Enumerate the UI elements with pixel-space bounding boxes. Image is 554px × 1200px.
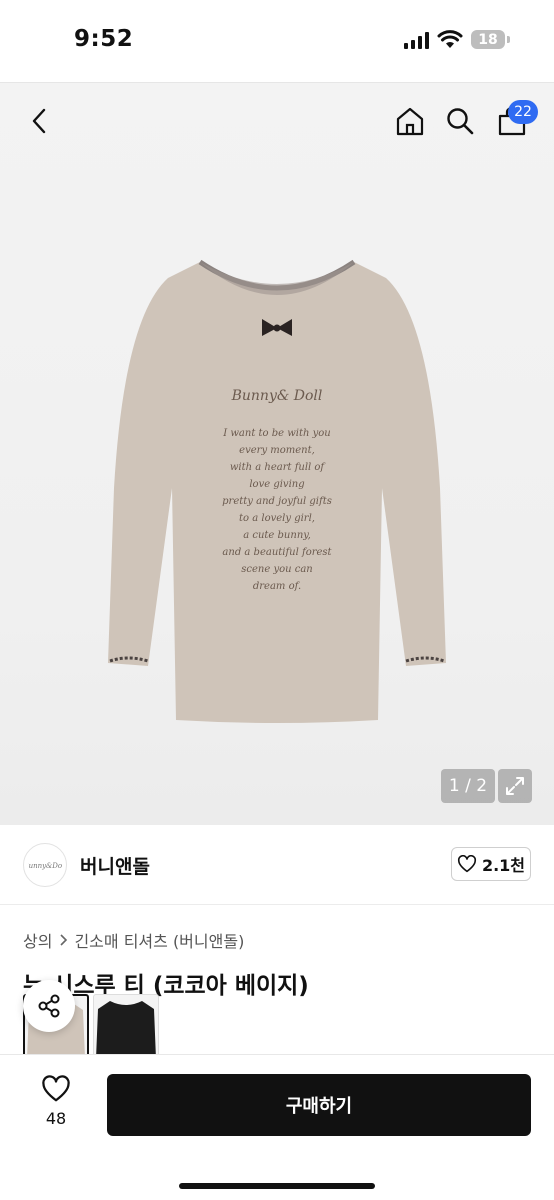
print-line: a cute bunny, <box>243 530 311 541</box>
home-icon <box>396 107 424 136</box>
breadcrumb: 상의 긴소매 티셔츠 (버니앤돌) <box>23 928 244 952</box>
print-line: dream of. <box>253 581 301 592</box>
product-image[interactable]: Bunny& Doll I want to be with you every m… <box>100 258 454 728</box>
battery-level: 18 <box>471 30 505 49</box>
brand-like-count: 2.1천 <box>481 856 526 875</box>
brand-logo-mark: Bunny&Doll <box>28 862 62 870</box>
chevron-right-icon <box>60 934 68 946</box>
print-line: with a heart full of <box>230 462 327 473</box>
back-button[interactable] <box>20 101 60 141</box>
search-icon <box>447 108 474 135</box>
share-icon <box>38 994 60 1018</box>
search-button[interactable] <box>440 101 480 141</box>
print-line: every moment, <box>239 445 315 456</box>
svg-text:Bunny&Doll: Bunny&Doll <box>28 862 62 870</box>
home-indicator <box>179 1183 375 1189</box>
brand-like-button[interactable]: 2.1천 <box>451 847 531 881</box>
cart-count-badge: 22 <box>508 100 538 124</box>
bottom-action-bar: 48 구매하기 <box>0 1054 554 1200</box>
battery-icon: 18 <box>471 30 510 49</box>
print-line: pretty and joyful gifts <box>222 496 332 507</box>
brand-logo[interactable]: Bunny&Doll <box>23 843 67 887</box>
wifi-icon <box>437 30 463 48</box>
image-pager: 1 / 2 <box>441 769 495 803</box>
breadcrumb-category[interactable]: 상의 <box>23 928 52 952</box>
expand-button[interactable] <box>498 769 532 803</box>
status-time: 9:52 <box>74 26 134 52</box>
wishlist-count: 48 <box>45 1109 67 1128</box>
brand-row[interactable]: Bunny&Doll 버니앤돌 2.1천 <box>0 825 554 905</box>
product-gallery[interactable]: 22 Bunny& Doll I want to be with you ever… <box>0 83 554 825</box>
home-button[interactable] <box>390 101 430 141</box>
print-line: I want to be with you <box>222 428 331 439</box>
print-logo: Bunny& Doll <box>231 388 323 404</box>
breadcrumb-subcategory[interactable]: 긴소매 티셔츠 (버니앤돌) <box>74 928 244 952</box>
heart-icon <box>457 855 476 873</box>
color-option-black[interactable] <box>93 994 159 1060</box>
brand-name[interactable]: 버니앤돌 <box>80 852 150 879</box>
print-line: love giving <box>249 479 304 490</box>
print-line: and a beautiful forest <box>222 547 332 558</box>
cellular-signal-icon <box>404 31 429 49</box>
print-line: to a lovely girl, <box>239 513 315 524</box>
share-button[interactable] <box>23 980 75 1032</box>
expand-icon <box>506 777 524 795</box>
back-icon <box>32 108 46 134</box>
wishlist-button[interactable]: 48 <box>28 1075 84 1135</box>
buy-button[interactable]: 구매하기 <box>107 1074 531 1136</box>
heart-icon <box>42 1075 70 1102</box>
print-line: scene you can <box>241 564 312 575</box>
status-icons: 18 <box>404 30 510 49</box>
status-bar: 9:52 18 <box>0 0 554 82</box>
